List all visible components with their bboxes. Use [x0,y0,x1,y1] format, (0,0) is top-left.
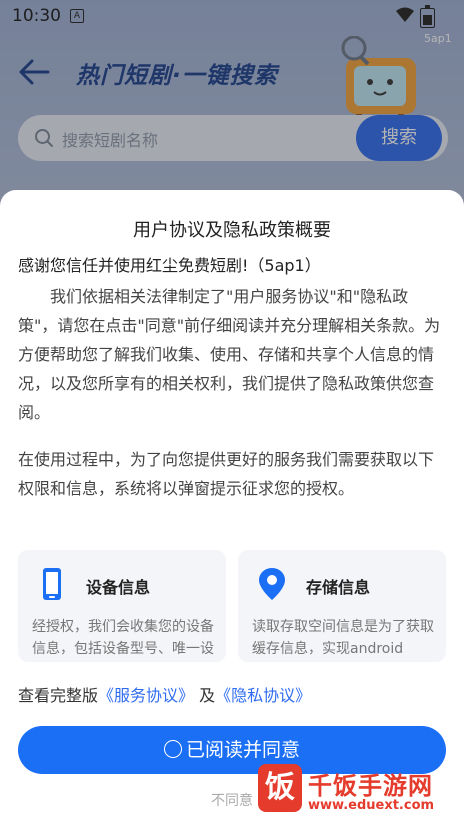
dialog-title: 用户协议及隐私政策概要 [133,220,331,241]
watermark-name: 千饭手游网 [308,772,433,800]
privacy-agreement-link[interactable]: 《隐私协议》 [215,686,311,705]
dialog-paragraph-1: 我们依据相关法律制定了"用户服务协议"和"隐私政策"，请您在点击"同意"前仔细阅… [18,287,441,422]
storage-info-card: 存储信息 读取存取空间信息是为了获取缓存信息，实现android [238,550,446,662]
watermark-url: www.eduext.com [308,798,435,813]
privacy-dialog: 用户协议及隐私政策概要 感谢您信任并使用红尘免费短剧!（5ap1） 我们依据相关… [0,190,464,824]
agree-button-label: 已阅读并同意 [185,739,300,761]
dialog-thanks-text: 感谢您信任并使用红尘免费短剧!（5ap1） [18,256,321,275]
device-info-card: 设备信息 经授权，我们会收集您的设备信息，包括设备型号、唯一设备标识符 [18,550,226,662]
agreement-links: 查看完整版《服务协议》 及《隐私协议》 [18,682,311,706]
phone-icon [43,568,61,600]
storage-info-title: 存储信息 [306,578,371,597]
links-and: 及 [199,686,216,705]
site-watermark: 饭 千饭手游网 www.eduext.com [252,760,462,820]
service-agreement-link[interactable]: 《服务协议》 [98,686,194,705]
watermark-logo-icon: 饭 [258,764,302,812]
dialog-paragraph-2: 在使用过程中，为了向您提供更好的服务我们需要获取以下权限和信息，系统将以弹窗提示… [18,450,435,498]
device-info-desc: 经授权，我们会收集您的设备信息，包括设备型号、唯一设备标识符 [32,619,214,657]
links-prefix: 查看完整版 [18,686,99,705]
storage-info-desc: 读取存取空间信息是为了获取缓存信息，实现android [252,619,434,657]
device-info-title: 设备信息 [86,578,151,597]
location-pin-icon [259,568,285,600]
radio-circle-icon [163,739,182,758]
